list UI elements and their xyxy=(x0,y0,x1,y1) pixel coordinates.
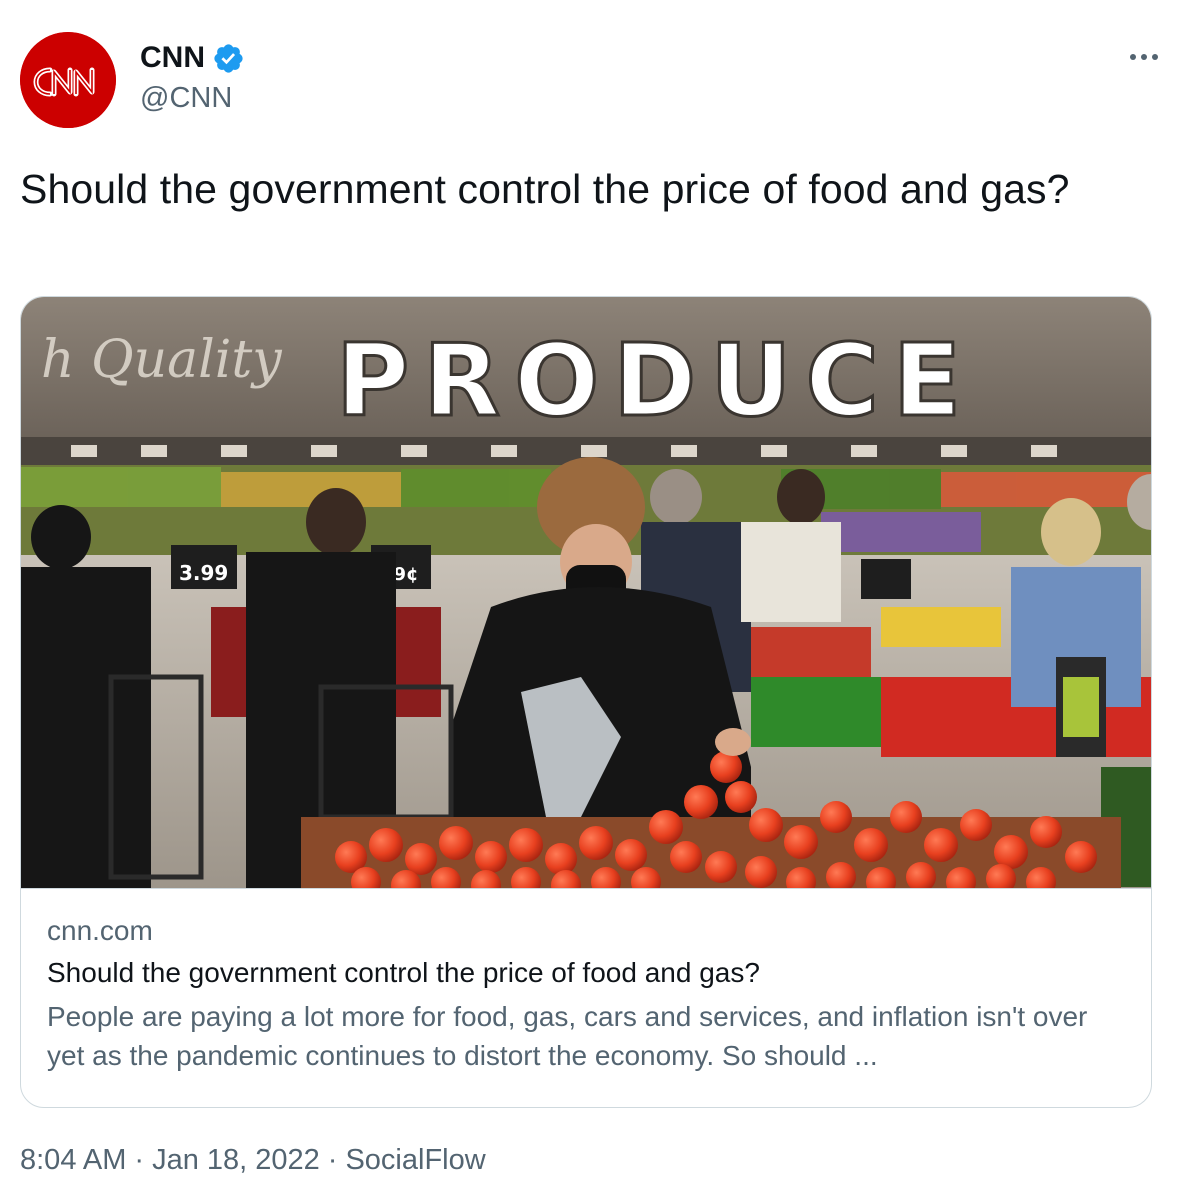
separator: · xyxy=(134,1144,145,1176)
tweet-date[interactable]: Jan 18, 2022 xyxy=(152,1140,320,1180)
author-display-name[interactable]: CNN xyxy=(140,40,205,76)
tweet-metadata: 8:04 AM · Jan 18, 2022 · SocialFlow xyxy=(20,1140,486,1180)
verified-badge-icon xyxy=(214,43,243,73)
svg-text:3.99: 3.99 xyxy=(179,561,228,585)
dot-icon xyxy=(1152,54,1158,60)
tweet: CNN @CNN Should the government control t… xyxy=(0,0,1192,1188)
tweet-text: Should the government control the price … xyxy=(20,166,1070,212)
card-title: Should the government control the price … xyxy=(47,957,760,988)
tweet-time[interactable]: 8:04 AM xyxy=(20,1140,126,1180)
card-domain: cnn.com xyxy=(47,915,153,946)
dot-icon xyxy=(1130,54,1136,60)
card-body: cnn.com Should the government control th… xyxy=(47,913,1127,1075)
author-handle[interactable]: @CNN xyxy=(140,80,232,116)
cnn-logo-icon xyxy=(20,32,116,128)
grocery-produce-photo: PRODUCE h Quality 3.99 99¢ xyxy=(21,297,1151,888)
more-options-button[interactable] xyxy=(1124,42,1164,72)
author-name-row: CNN xyxy=(140,40,245,76)
separator: · xyxy=(327,1144,338,1176)
tweet-source[interactable]: SocialFlow xyxy=(345,1140,485,1180)
svg-text:h Quality: h Quality xyxy=(41,330,282,390)
link-card[interactable]: PRODUCE h Quality 3.99 99¢ cnn.com Shoul… xyxy=(20,296,1152,1108)
avatar[interactable] xyxy=(20,32,116,128)
dot-icon xyxy=(1141,54,1147,60)
card-image: PRODUCE h Quality 3.99 99¢ xyxy=(21,297,1151,889)
card-description: People are paying a lot more for food, g… xyxy=(47,1001,1088,1071)
svg-text:PRODUCE: PRODUCE xyxy=(336,322,975,439)
